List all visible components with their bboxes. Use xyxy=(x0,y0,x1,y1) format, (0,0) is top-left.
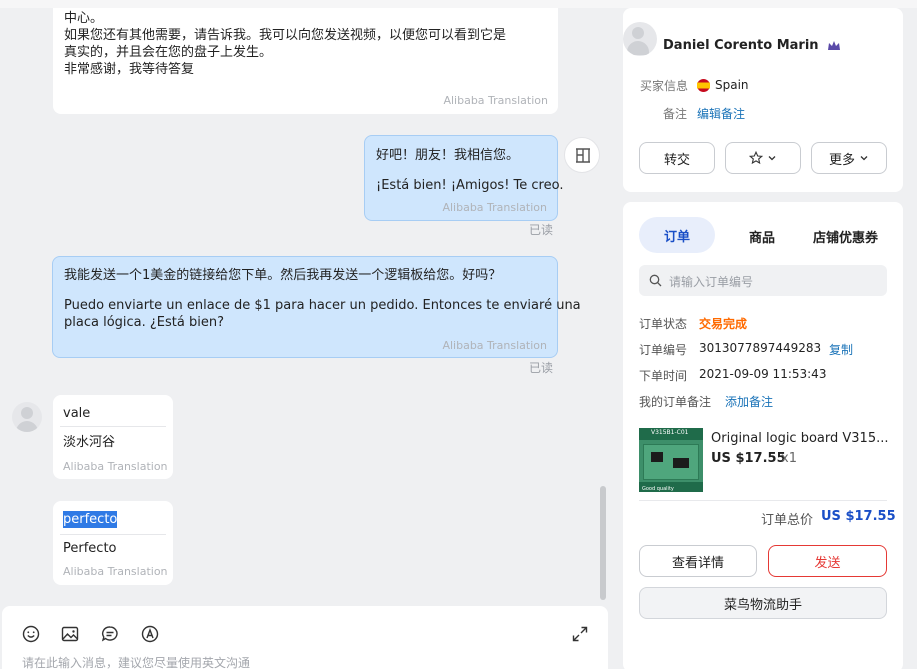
order-card: 订单 商品 店铺优惠券 请输入订单编号 订单状态 交易完成 订单编号 30130… xyxy=(623,202,903,669)
tab-orders-label: 订单 xyxy=(663,229,690,245)
crown-icon xyxy=(828,41,840,50)
message-text: 如果您还有其他需要，请告诉我。我可以向您发送视频，以便您可以看到它是 xyxy=(64,28,507,43)
top-strip xyxy=(0,0,917,8)
translate-icon[interactable] xyxy=(140,624,160,644)
more-label: 更多 xyxy=(828,152,855,168)
translation-source: Alibaba Translation xyxy=(442,339,547,352)
chevron-down-icon xyxy=(768,156,776,161)
order-id-value: 3013077897449283 xyxy=(699,341,822,355)
buyer-country: Spain xyxy=(715,78,749,92)
spain-flag-icon xyxy=(697,79,710,92)
buyer-card: Daniel Corento Marin 买家信息 Spain 备注 编辑备注 … xyxy=(623,8,903,192)
favorite-button[interactable] xyxy=(725,142,801,174)
divider xyxy=(639,500,887,501)
message-translated: placa lógica. ¿Está bien? xyxy=(64,315,224,330)
send-order-label: 发送 xyxy=(814,555,841,571)
translation-source: Alibaba Translation xyxy=(442,201,547,214)
product-title[interactable]: Original logic board V315... xyxy=(711,431,889,446)
divider xyxy=(60,534,166,535)
more-button[interactable]: 更多 xyxy=(811,142,887,174)
message-text: 非常感谢，我等待答复 xyxy=(64,62,195,77)
search-icon xyxy=(649,274,662,287)
translation-source: Alibaba Translation xyxy=(63,565,168,578)
product-thumbnail[interactable]: V315B1-C01 Good quality xyxy=(639,428,703,492)
order-total-value: US $17.55 xyxy=(821,509,896,524)
quick-reply-icon[interactable] xyxy=(100,624,120,644)
chevron-down-icon xyxy=(860,156,868,161)
order-search-box[interactable]: 请输入订单编号 xyxy=(639,265,887,296)
order-search-input[interactable]: 请输入订单编号 xyxy=(669,273,753,290)
buyer-name[interactable]: Daniel Corento Marin xyxy=(663,38,819,53)
message-original: 好吧！朋友！我相信您。 xyxy=(376,148,520,163)
message-translated: 淡水河谷 xyxy=(63,435,116,450)
message-outgoing: 好吧！朋友！我相信您。 ¡Está bien! ¡Amigos! Te creo… xyxy=(364,135,563,221)
transfer-button[interactable]: 转交 xyxy=(639,142,715,174)
buyer-info-label: 买家信息 xyxy=(640,79,689,93)
buyer-avatar xyxy=(12,402,42,432)
send-order-button[interactable]: 发送 xyxy=(768,545,887,577)
message-incoming: 中心。 如果您还有其他需要，请告诉我。我可以向您发送视频，以便您可以看到它是 真… xyxy=(53,8,558,114)
tab-orders[interactable]: 订单 xyxy=(639,217,715,253)
message-translated: Puedo enviarte un enlace de $1 para hace… xyxy=(64,298,581,313)
view-details-button[interactable]: 查看详情 xyxy=(639,545,757,577)
logistics-assistant-button[interactable]: 菜鸟物流助手 xyxy=(639,587,887,619)
chat-history[interactable]: 中心。 如果您还有其他需要，请告诉我。我可以向您发送视频，以便您可以看到它是 真… xyxy=(0,8,612,608)
order-total-label: 订单总价 xyxy=(761,513,814,528)
image-icon[interactable] xyxy=(60,624,80,644)
note-label: 备注 xyxy=(663,107,688,121)
seller-avatar xyxy=(564,137,600,173)
copy-order-id-link[interactable]: 复制 xyxy=(829,341,853,358)
order-id-label: 订单编号 xyxy=(639,343,688,357)
order-status-label: 订单状态 xyxy=(639,317,688,331)
message-incoming: vale 淡水河谷 Alibaba Translation xyxy=(53,395,173,479)
add-remark-link[interactable]: 添加备注 xyxy=(725,393,773,410)
message-original-selected[interactable]: perfecto xyxy=(63,511,118,528)
message-translated: ¡Está bien! ¡Amigos! Te creo. xyxy=(376,178,564,193)
transfer-label: 转交 xyxy=(663,152,690,168)
tab-products[interactable]: 商品 xyxy=(749,227,775,246)
shop-icon xyxy=(576,148,590,163)
tab-coupons[interactable]: 店铺优惠券 xyxy=(813,227,878,246)
product-price: US $17.55 xyxy=(711,451,786,466)
message-input[interactable]: 请在此输入消息，建议您尽量使用英文沟通 xyxy=(22,654,250,669)
message-text: 真实的，并且会在您的盘子上发生。 xyxy=(64,45,273,60)
thumbnail-caption: Good quality xyxy=(642,486,674,492)
message-translated: Perfecto xyxy=(63,541,117,556)
divider xyxy=(60,426,166,427)
product-quantity: x1 xyxy=(781,451,797,466)
read-status: 已读 xyxy=(529,223,554,237)
order-status-value: 交易完成 xyxy=(699,317,748,331)
edit-note-link[interactable]: 编辑备注 xyxy=(697,105,745,122)
message-text: 中心。 xyxy=(64,11,104,26)
star-icon xyxy=(749,151,763,165)
message-composer: 请在此输入消息，建议您尽量使用英文沟通 xyxy=(2,606,608,669)
emoji-icon[interactable] xyxy=(21,624,41,644)
message-original: vale xyxy=(63,406,91,421)
logistics-assistant-label: 菜鸟物流助手 xyxy=(723,597,802,613)
order-time-value: 2021-09-09 11:53:43 xyxy=(699,367,827,381)
order-time-label: 下单时间 xyxy=(639,369,688,383)
chat-scrollbar[interactable] xyxy=(600,486,606,600)
thumbnail-caption: V315B1-C01 xyxy=(651,429,689,436)
message-incoming: perfecto Perfecto Alibaba Translation xyxy=(53,501,173,585)
buyer-profile-avatar xyxy=(623,22,657,56)
message-outgoing: 我能发送一个1美金的链接给您下单。然后我再发送一个逻辑板给您。好吗？ Puedo… xyxy=(52,256,581,358)
message-original: 我能发送一个1美金的链接给您下单。然后我再发送一个逻辑板给您。好吗？ xyxy=(64,268,502,283)
read-status: 已读 xyxy=(529,361,554,375)
view-details-label: 查看详情 xyxy=(671,555,724,571)
translation-source: Alibaba Translation xyxy=(63,460,168,473)
order-remark-label: 我的订单备注 xyxy=(639,395,712,409)
expand-icon[interactable] xyxy=(570,624,590,644)
translation-source: Alibaba Translation xyxy=(443,94,548,107)
